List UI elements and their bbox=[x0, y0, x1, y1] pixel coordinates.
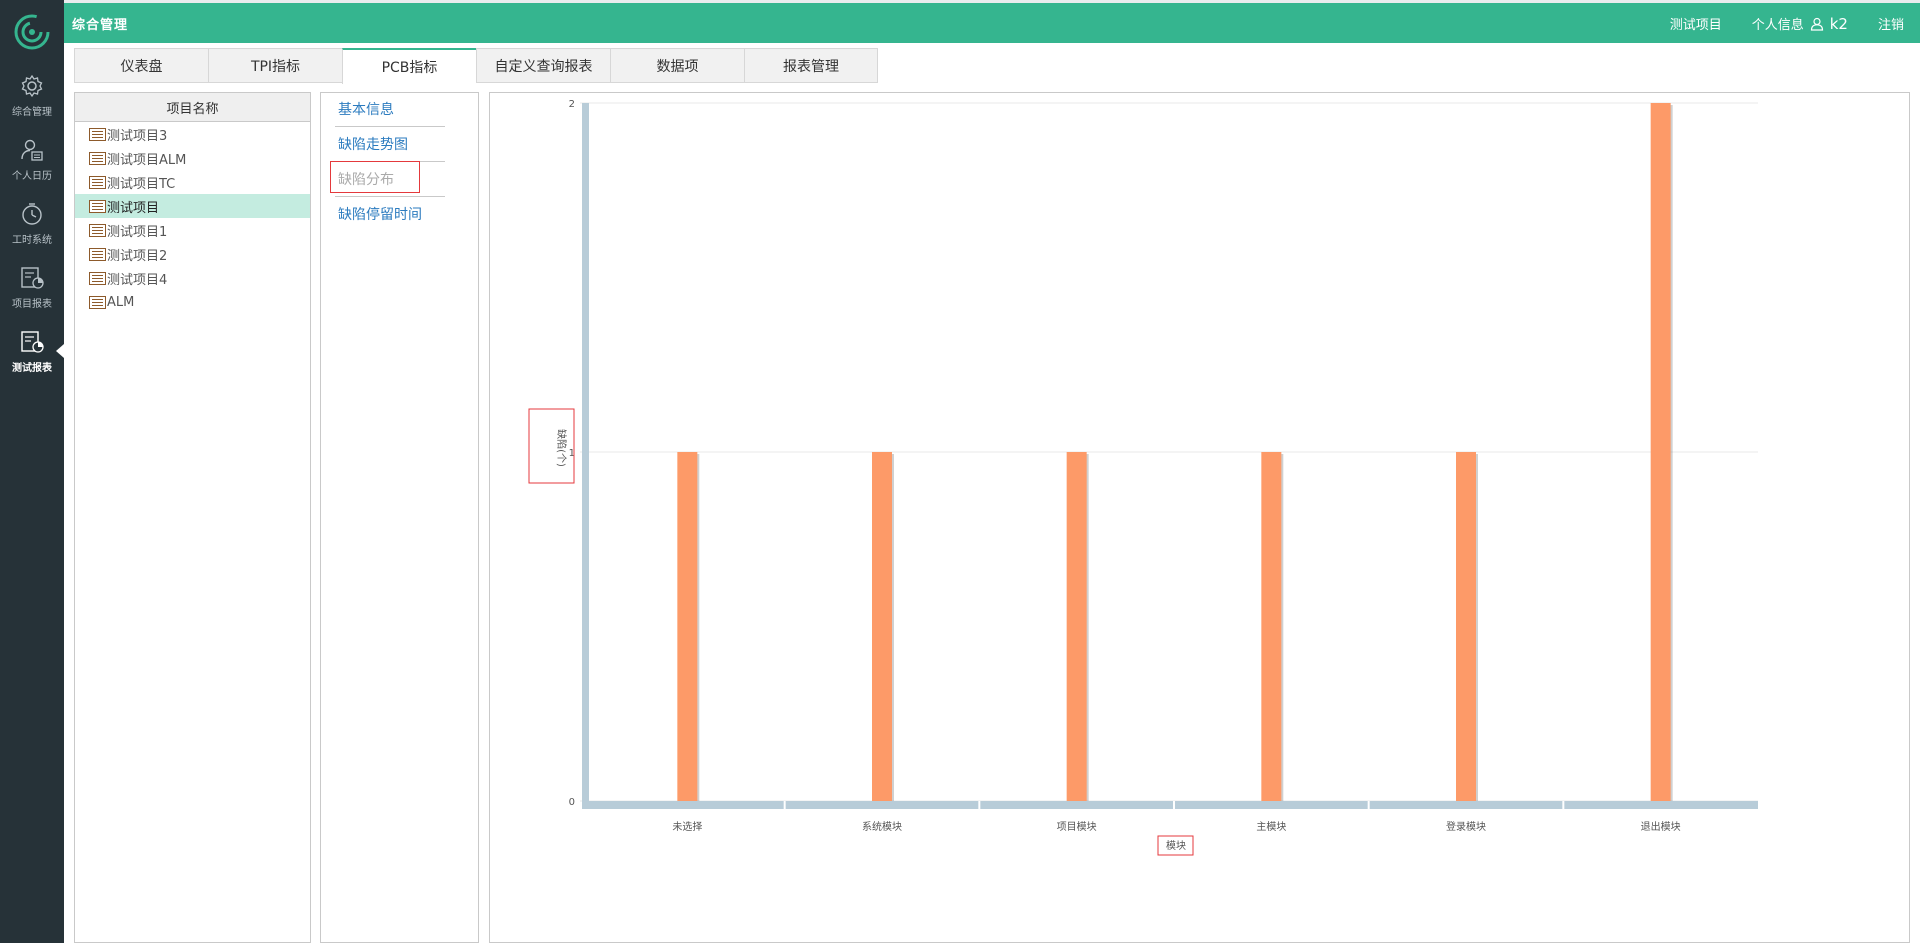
list-item[interactable]: 测试项目4 bbox=[75, 266, 310, 290]
report-submenu: 基本信息 缺陷走势图 缺陷分布 缺陷停留时间 bbox=[320, 92, 479, 943]
list-icon bbox=[89, 247, 106, 261]
gear-icon bbox=[21, 74, 43, 97]
timer-icon bbox=[22, 202, 42, 225]
list-item[interactable]: ALM bbox=[75, 290, 310, 314]
bar bbox=[1650, 103, 1671, 801]
project-name: ALM bbox=[107, 294, 135, 310]
app-logo[interactable] bbox=[0, 0, 64, 64]
project-list-panel: 项目名称 测试项目3 测试项目ALM 测试项目TC 测试项目 测试项目1 测试项… bbox=[74, 92, 311, 943]
defect-distribution-chart: 012未选择 系统模块 项目模块 主模块 登录模块 退出模块模块缺陷(个) bbox=[528, 99, 1758, 856]
list-icon bbox=[89, 151, 106, 165]
list-item[interactable]: 测试项目 bbox=[75, 194, 310, 218]
x-axis-title: 模块 bbox=[1166, 840, 1186, 852]
sidebar-item-project-report[interactable]: 项目报表 bbox=[0, 256, 64, 318]
sidebar-item-timesheet[interactable]: 工时系统 bbox=[0, 192, 64, 254]
tab-dashboard[interactable]: 仪表盘 bbox=[74, 48, 208, 83]
username: k2 bbox=[1829, 14, 1848, 33]
tab-custom-query-report[interactable]: 自定义查询报表 bbox=[476, 48, 610, 83]
profile-label: 个人信息 bbox=[1751, 18, 1804, 33]
profile-link[interactable]: 个人信息 k2 bbox=[1751, 14, 1848, 34]
project-list-header: 项目名称 bbox=[75, 93, 310, 122]
project-name: 测试项目TC bbox=[107, 176, 176, 192]
y-axis bbox=[582, 103, 589, 809]
current-project-link[interactable]: 测试项目 bbox=[1670, 14, 1722, 33]
list-item[interactable]: 测试项目1 bbox=[75, 218, 310, 242]
divider bbox=[335, 126, 445, 127]
list-icon bbox=[89, 175, 106, 189]
chart-panel: 0 1 2 未选择 系统模块 项目模块 主模块 登录模块 退出模块 模块 缺陷(个) bbox=[489, 92, 1910, 943]
y-tick-label: 0 bbox=[569, 797, 575, 808]
sidebar-item-label: 项目报表 bbox=[12, 298, 52, 310]
x-tick-label: 项目模块 bbox=[1057, 821, 1097, 833]
list-icon bbox=[89, 127, 106, 141]
project-name: 测试项目 bbox=[107, 200, 160, 216]
x-axis bbox=[582, 801, 1758, 809]
tab-report-management[interactable]: 报表管理 bbox=[744, 48, 878, 83]
tab-data-items[interactable]: 数据项 bbox=[610, 48, 744, 83]
tab-pcb[interactable]: PCB指标 bbox=[342, 48, 476, 84]
sidebar-item-label: 综合管理 bbox=[12, 106, 52, 118]
tab-tpi[interactable]: TPI指标 bbox=[208, 48, 342, 83]
project-name: 测试项目4 bbox=[107, 272, 168, 288]
tab-bar: 仪表盘 TPI指标 PCB指标 自定义查询报表 数据项 报表管理 bbox=[74, 48, 878, 84]
sidebar-item-test-report[interactable]: 测试报表 bbox=[0, 320, 64, 382]
submenu-defect-trend[interactable]: 缺陷走势图 bbox=[338, 134, 408, 154]
sidebar-item-calendar[interactable]: 个人日历 bbox=[0, 128, 64, 190]
user-icon bbox=[1810, 17, 1823, 31]
list-item[interactable]: 测试项目3 bbox=[75, 122, 310, 146]
sidebar-item-comprehensive[interactable]: 综合管理 bbox=[0, 64, 64, 126]
test-report-icon bbox=[21, 330, 44, 353]
bar bbox=[1261, 452, 1282, 801]
project-name: 测试项目ALM bbox=[107, 152, 187, 168]
list-icon bbox=[89, 271, 106, 285]
y-axis-title: 缺陷(个) bbox=[555, 429, 568, 467]
top-right-menu: 测试项目 个人信息 k2 注销 bbox=[1670, 14, 1904, 34]
highlight-box bbox=[528, 408, 575, 484]
project-name: 测试项目3 bbox=[107, 128, 168, 144]
project-report-icon bbox=[21, 266, 44, 289]
list-item[interactable]: 测试项目ALM bbox=[75, 146, 310, 170]
x-tick-label: 未选择 bbox=[672, 820, 702, 833]
sidebar-item-label: 个人日历 bbox=[12, 170, 52, 182]
list-item[interactable]: 测试项目2 bbox=[75, 242, 310, 266]
top-bar: 综合管理 测试项目 个人信息 k2 注销 bbox=[64, 0, 1920, 43]
sidebar: 综合管理 个人日历 工时系统 项目报表 测试报表 bbox=[0, 0, 64, 943]
bar bbox=[677, 452, 698, 801]
bar bbox=[872, 452, 892, 801]
list-icon bbox=[89, 199, 106, 213]
sidebar-item-label: 测试报表 bbox=[12, 362, 52, 374]
highlight-box bbox=[330, 161, 420, 193]
x-tick-label: 系统模块 bbox=[862, 820, 902, 833]
bar bbox=[1456, 452, 1476, 801]
bar bbox=[1066, 452, 1087, 801]
project-name: 测试项目2 bbox=[107, 248, 168, 264]
x-tick-label: 主模块 bbox=[1256, 821, 1286, 833]
submenu-defect-dwell-time[interactable]: 缺陷停留时间 bbox=[338, 204, 422, 224]
logout-link[interactable]: 注销 bbox=[1878, 14, 1904, 33]
y-tick-label: 2 bbox=[569, 99, 575, 110]
list-item[interactable]: 测试项目TC bbox=[75, 170, 310, 194]
divider bbox=[335, 196, 445, 197]
list-icon bbox=[89, 223, 106, 237]
sidebar-item-label: 工时系统 bbox=[12, 234, 52, 246]
page-title: 综合管理 bbox=[72, 18, 129, 33]
submenu-basic-info[interactable]: 基本信息 bbox=[338, 99, 394, 119]
project-name: 测试项目1 bbox=[107, 224, 168, 240]
x-tick-label: 退出模块 bbox=[1641, 820, 1681, 833]
project-list: 测试项目3 测试项目ALM 测试项目TC 测试项目 测试项目1 测试项目2 测试… bbox=[75, 122, 310, 314]
user-calendar-icon bbox=[21, 139, 43, 161]
swirl-logo-icon bbox=[14, 14, 50, 50]
x-tick-label: 登录模块 bbox=[1446, 820, 1486, 833]
list-icon bbox=[89, 295, 106, 309]
